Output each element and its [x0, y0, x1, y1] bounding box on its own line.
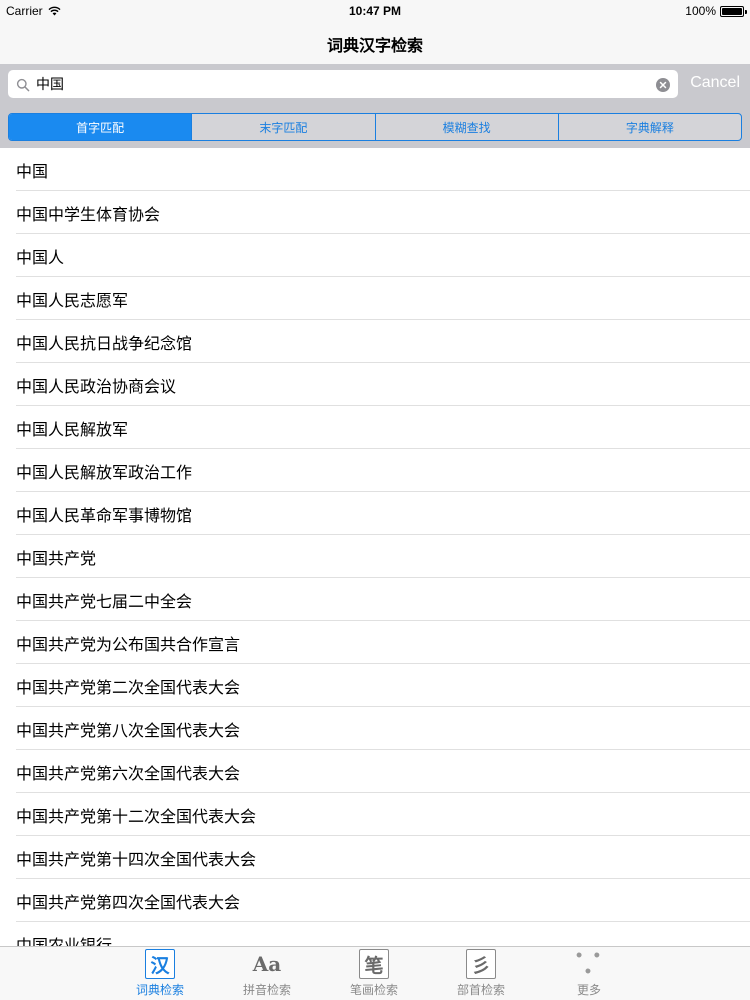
clear-text-icon[interactable] — [656, 77, 670, 92]
status-time: 10:47 PM — [348, 4, 402, 18]
list-item[interactable]: 中国共产党第二次全国代表大会 — [0, 664, 750, 707]
tab-stroke-search[interactable]: 笔 笔画检索 — [334, 949, 414, 998]
results-list: 中国 中国中学生体育协会 中国人 中国人民志愿军 中国人民抗日战争纪念馆 中国人… — [0, 148, 750, 946]
segment-dictionary-explanation[interactable]: 字典解释 — [557, 114, 741, 140]
tab-bar: 汉 词典检索 Aa 拼音检索 笔 笔画检索 彡 部首检索 • • • 更多 — [0, 946, 750, 1000]
navigation-bar: 词典汉字检索 — [0, 22, 750, 64]
stroke-icon: 笔 — [359, 949, 389, 979]
pinyin-icon: Aa — [252, 952, 282, 976]
han-character-icon: 汉 — [145, 949, 175, 979]
battery-fill — [722, 7, 742, 15]
tab-pinyin-search[interactable]: Aa 拼音检索 — [227, 949, 307, 998]
list-item[interactable]: 中国 — [0, 148, 750, 191]
list-item[interactable]: 中国人民革命军事博物馆 — [0, 492, 750, 535]
tab-label: 拼音检索 — [242, 983, 291, 997]
list-item[interactable]: 中国共产党第十四次全国代表大会 — [0, 836, 750, 879]
segment-last-char-match[interactable]: 末字匹配 — [191, 114, 374, 140]
match-mode-segmented-control: 首字匹配 末字匹配 模糊查找 字典解释 — [8, 113, 742, 141]
list-item[interactable]: 中国人民解放军政治工作 — [0, 449, 750, 492]
list-item[interactable]: 中国农业银行 — [0, 922, 750, 947]
tab-label: 更多 — [576, 983, 601, 997]
page-title: 词典汉字检索 — [326, 36, 423, 55]
list-item[interactable]: 中国共产党第四次全国代表大会 — [0, 879, 750, 922]
more-icon: • • • — [574, 948, 604, 980]
list-item[interactable]: 中国共产党 — [0, 535, 750, 578]
list-item[interactable]: 中国共产党为公布国共合作宣言 — [0, 621, 750, 664]
radical-icon: 彡 — [466, 949, 496, 979]
tab-radical-search[interactable]: 彡 部首检索 — [441, 949, 521, 998]
search-box[interactable] — [8, 70, 678, 98]
list-item[interactable]: 中国人民抗日战争纪念馆 — [0, 320, 750, 363]
tab-label: 词典检索 — [135, 983, 184, 997]
cancel-button[interactable]: Cancel — [690, 74, 740, 92]
tab-label: 部首检索 — [456, 983, 505, 997]
segment-fuzzy-search[interactable]: 模糊查找 — [374, 114, 558, 140]
list-item[interactable]: 中国人 — [0, 234, 750, 277]
status-bar: Carrier 10:47 PM 100% — [0, 0, 750, 22]
battery-icon — [720, 5, 747, 17]
tab-dictionary-search[interactable]: 汉 词典检索 — [120, 949, 200, 998]
battery-percent: 100% — [685, 4, 716, 18]
list-item[interactable]: 中国人民志愿军 — [0, 277, 750, 320]
battery-tip — [745, 9, 747, 14]
list-item[interactable]: 中国中学生体育协会 — [0, 191, 750, 234]
list-item[interactable]: 中国共产党第十二次全国代表大会 — [0, 793, 750, 836]
search-icon — [16, 77, 30, 92]
list-item[interactable]: 中国共产党七届二中全会 — [0, 578, 750, 621]
list-item[interactable]: 中国共产党第六次全国代表大会 — [0, 750, 750, 793]
search-area: Cancel 首字匹配 末字匹配 模糊查找 字典解释 — [0, 64, 750, 148]
status-right: 100% — [685, 4, 747, 18]
list-item[interactable]: 中国共产党第八次全国代表大会 — [0, 707, 750, 750]
search-input[interactable] — [36, 73, 646, 95]
tab-label: 笔画检索 — [349, 983, 398, 997]
tab-more[interactable]: • • • 更多 — [549, 948, 629, 998]
list-item[interactable]: 中国人民政治协商会议 — [0, 363, 750, 406]
list-item[interactable]: 中国人民解放军 — [0, 406, 750, 449]
segment-first-char-match[interactable]: 首字匹配 — [9, 114, 192, 140]
